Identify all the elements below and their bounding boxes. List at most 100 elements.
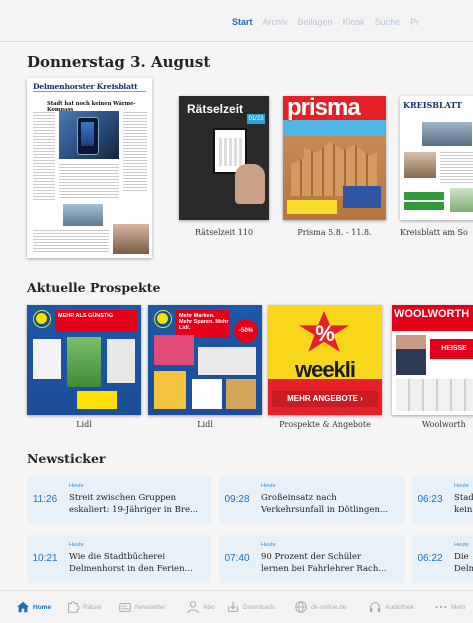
tab-beilagen[interactable]: Beilagen [298,17,333,27]
bottom-tab-bar: Home Rätsel Newsletter Abo Downloads dk-… [0,590,473,623]
issue-caption: Prisma 5.8. - 11.8. [297,228,372,237]
tab-abo[interactable]: Abo [186,600,215,614]
news-item[interactable]: 06:22 Heute Die Delm [412,535,473,583]
text-column [33,230,109,254]
prisma-cover[interactable]: prisma [283,96,386,220]
prospekt-woolworth[interactable]: WOOLWORTH HEISSE PREISE [392,305,473,415]
hand-illustration [235,164,265,204]
globe-icon [295,601,307,613]
text-column [123,112,147,193]
news-time: 06:23 [417,494,443,505]
news-time: 10:21 [32,553,58,564]
tab-suche[interactable]: Suche [375,17,401,27]
tab-dk-online[interactable]: dk-online.de [294,600,346,614]
cover-title: KREISBLATT [403,100,462,110]
prospekt-banner: Mehr Marken. Mehr Sparen. Mehr Lidl. [176,310,230,338]
product-image [33,339,61,379]
mehr-angebote-button[interactable]: MEHR ANGEBOTE › [272,391,378,407]
newspaper-photo [113,224,149,254]
banner-text: Mehr Marken. Mehr Sparen. Mehr Lidl. [179,313,229,331]
tab-label: Audiothek [385,603,414,611]
top-navigation: Start Archiv Beilagen Kiosk Suche Pr [0,0,473,42]
cover-teaser [343,186,381,208]
prospekt-caption: Prospekte & Angebote [279,420,371,429]
lidl-logo [154,310,172,328]
issue-badge: 01/23 [247,114,265,124]
tab-start[interactable]: Start [232,17,253,27]
tab-label: dk-online.de [311,603,347,611]
tab-home[interactable]: Home [16,600,51,614]
tab-archiv[interactable]: Archiv [263,17,288,27]
tab-label: Mehr [451,603,466,611]
raetselzeit-cover[interactable]: Rätselzeit 01/23 [179,96,269,220]
news-date-label: Heute [454,483,469,489]
bicycle-photo [450,188,473,212]
tab-mehr[interactable]: Mehr [434,600,466,614]
tab-newsletter[interactable]: Newsletter [118,600,166,614]
puzzle-icon [68,601,80,613]
news-item[interactable]: 10:21 Heute Wie die Stadtbücherei Delmenh… [27,535,211,583]
cover-title: prisma [287,96,361,121]
text-column [59,164,119,200]
green-banner [404,202,444,210]
news-item[interactable]: 09:28 Heute Großeinsatz nach Verkehrsunfa… [219,476,405,524]
top-tabs: Start Archiv Beilagen Kiosk Suche Pr [232,17,419,27]
newsletter-icon [119,602,131,612]
percent-sign: % [315,321,335,346]
smartphone-photo [59,111,119,159]
news-date-label: Heute [69,542,84,548]
news-headline: Wie die Stadtbücherei Delmenhorst in den … [69,552,193,574]
tab-audiothek[interactable]: Audiothek [368,600,414,614]
news-headline: Stad kein [454,493,473,515]
prospekt-lidl-1[interactable]: MEHR ALS GÜNSTIG [27,305,141,415]
cover-teaser [287,200,337,214]
news-time: 09:28 [224,494,250,505]
tab-label: Newsletter [135,603,166,611]
weekli-logo: weekli [294,357,356,382]
news-headline: Streit zwischen Gruppen eskaliert: 19-Jäh… [69,493,199,515]
tab-label: Rätsel [83,603,102,611]
person-photo [396,335,426,375]
tab-more-partial[interactable]: Pr [410,17,419,27]
headphones-icon [369,602,381,613]
banner-text: MEHR ALS GÜNSTIG [58,313,114,319]
news-time: 07:40 [224,553,250,564]
green-banner [404,192,444,200]
news-item[interactable]: 07:40 Heute 90 Prozent der Schüler lernen… [219,535,405,583]
cover-title: Rätselzeit [187,102,244,116]
prospekte-heading: Aktuelle Prospekte [27,280,161,295]
person-icon [187,601,199,614]
tab-downloads[interactable]: Downloads [226,600,275,614]
issue-caption: Rätselzeit 110 [194,228,254,237]
news-headline: Die Delm [454,552,473,574]
page-title: Donnerstag 3. August [27,53,211,71]
discount-badge: -50% [234,319,258,343]
news-date-label: Heute [69,483,84,489]
woolworth-logo: WOOLWORTH [392,305,473,323]
product-image [154,335,194,365]
tab-raetsel[interactable]: Rätsel [66,600,101,614]
news-time: 06:22 [417,553,443,564]
tab-kiosk[interactable]: Kiosk [343,17,365,27]
prospekt-lidl-2[interactable]: Mehr Marken. Mehr Sparen. Mehr Lidl. -50… [148,305,262,415]
issue-caption: Kreisblatt am So [400,228,468,237]
newspaper-photo [63,204,103,226]
download-icon [228,601,238,612]
main-newspaper-cover[interactable]: Delmenhorster Kreisblatt Stadt hat noch … [27,78,152,258]
tab-label: Abo [203,603,215,611]
home-icon [16,601,30,613]
prospekt-caption: Lidl [76,420,92,429]
news-item[interactable]: 06:23 Heute Stad kein [412,476,473,524]
product-image [107,339,135,383]
news-time: 11:26 [32,494,58,505]
prospekt-weekli[interactable]: % weekli MEHR ANGEBOTE › [268,305,382,415]
price-tag [77,391,117,409]
hot-prices-badge: HEISSE PREISE [430,339,473,372]
product-image [396,379,473,411]
text-column [440,152,473,185]
woolworth-subbanner [392,323,473,331]
text-column [33,112,55,202]
kreisblatt-sonntag-cover[interactable]: KREISBLATT [400,96,473,220]
news-item[interactable]: 11:26 Heute Streit zwischen Gruppen eskal… [27,476,211,524]
newspaper-photo [404,152,436,178]
